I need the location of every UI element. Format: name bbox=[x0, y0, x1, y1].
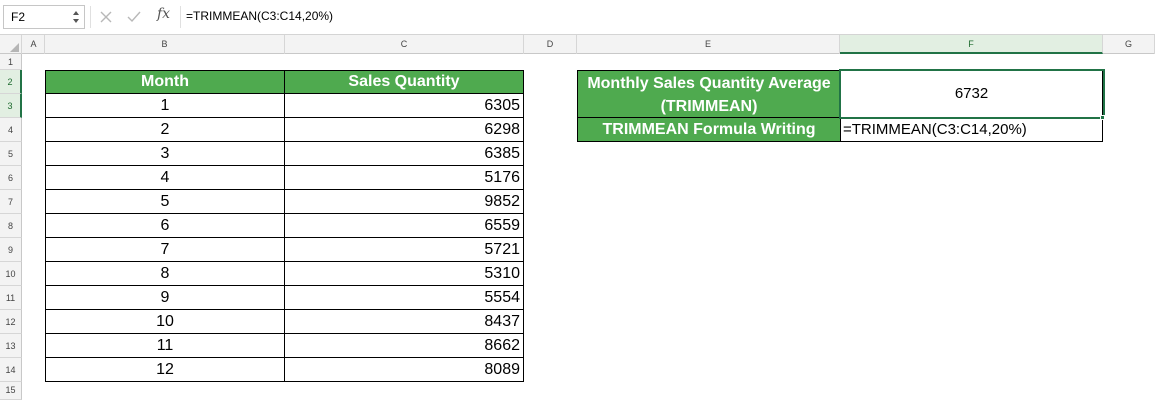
month-cell[interactable]: 5 bbox=[45, 189, 285, 214]
row-header-7[interactable]: 7 bbox=[0, 190, 22, 214]
column-header-f[interactable]: F bbox=[840, 35, 1103, 54]
formula-bar-separator bbox=[90, 6, 91, 28]
row-header-4[interactable]: 4 bbox=[0, 118, 22, 142]
sales-quantity-cell[interactable]: 8437 bbox=[284, 309, 524, 334]
active-cell-selection bbox=[839, 69, 1105, 119]
column-header-row: A B C D E F G bbox=[0, 34, 1155, 54]
sales-quantity-cell[interactable]: 8089 bbox=[284, 357, 524, 382]
cancel-icon[interactable] bbox=[96, 7, 116, 27]
formula-writing-value-cell[interactable]: =TRIMMEAN(C3:C14,20%) bbox=[840, 117, 1103, 142]
sales-quantity-cell[interactable]: 6305 bbox=[284, 93, 524, 118]
sales-quantity-cell[interactable]: 5721 bbox=[284, 237, 524, 262]
row-header-12[interactable]: 12 bbox=[0, 310, 22, 334]
formula-input[interactable]: =TRIMMEAN(C3:C14,20%) bbox=[186, 9, 333, 23]
sales-quantity-cell[interactable]: 6298 bbox=[284, 117, 524, 142]
sales-quantity-cell[interactable]: 6559 bbox=[284, 213, 524, 238]
row-header-14[interactable]: 14 bbox=[0, 358, 22, 382]
month-cell[interactable]: 1 bbox=[45, 93, 285, 118]
formula-writing-label-cell[interactable]: TRIMMEAN Formula Writing bbox=[577, 117, 841, 142]
sales-quantity-cell[interactable]: 5176 bbox=[284, 165, 524, 190]
month-cell[interactable]: 11 bbox=[45, 333, 285, 358]
row-header-9[interactable]: 9 bbox=[0, 238, 22, 262]
month-cell[interactable]: 9 bbox=[45, 285, 285, 310]
sales-quantity-cell[interactable]: 9852 bbox=[284, 189, 524, 214]
month-cell[interactable]: 6 bbox=[45, 213, 285, 238]
formula-bar-separator bbox=[180, 6, 181, 28]
sales-quantity-header-cell[interactable]: Sales Quantity bbox=[284, 70, 524, 94]
enter-check-icon[interactable] bbox=[124, 7, 144, 27]
row-header-11[interactable]: 11 bbox=[0, 286, 22, 310]
month-cell[interactable]: 3 bbox=[45, 141, 285, 166]
row-header-6[interactable]: 6 bbox=[0, 166, 22, 190]
row-header-2[interactable]: 2 bbox=[0, 70, 22, 94]
row-header-15[interactable]: 15 bbox=[0, 382, 22, 400]
name-box-dropdown-icon[interactable] bbox=[71, 7, 81, 27]
average-label-line2: (TRIMMEAN) bbox=[660, 98, 758, 115]
sales-quantity-cell[interactable]: 5310 bbox=[284, 261, 524, 286]
month-cell[interactable]: 12 bbox=[45, 357, 285, 382]
average-label-line1: Monthly Sales Quantity Average bbox=[587, 75, 831, 92]
fill-handle[interactable] bbox=[1100, 115, 1105, 120]
month-cell[interactable]: 7 bbox=[45, 237, 285, 262]
row-header-3[interactable]: 3 bbox=[0, 94, 22, 118]
column-header-d[interactable]: D bbox=[524, 35, 577, 54]
select-all-corner[interactable] bbox=[0, 35, 22, 54]
row-header-13[interactable]: 13 bbox=[0, 334, 22, 358]
row-header-5[interactable]: 5 bbox=[0, 142, 22, 166]
column-header-a[interactable]: A bbox=[23, 35, 45, 54]
average-label-cell[interactable]: Monthly Sales Quantity Average (TRIMMEAN… bbox=[577, 70, 841, 118]
sales-quantity-cell[interactable]: 5554 bbox=[284, 285, 524, 310]
name-box[interactable]: F2 bbox=[3, 5, 85, 29]
month-cell[interactable]: 10 bbox=[45, 309, 285, 334]
month-header-cell[interactable]: Month bbox=[45, 70, 285, 94]
row-header-1[interactable]: 1 bbox=[0, 54, 22, 70]
column-header-b[interactable]: B bbox=[45, 35, 285, 54]
month-cell[interactable]: 2 bbox=[45, 117, 285, 142]
row-header-10[interactable]: 10 bbox=[0, 262, 22, 286]
sales-quantity-cell[interactable]: 8662 bbox=[284, 333, 524, 358]
sales-quantity-cell[interactable]: 6385 bbox=[284, 141, 524, 166]
column-header-e[interactable]: E bbox=[577, 35, 840, 54]
name-box-value: F2 bbox=[11, 10, 26, 24]
formula-bar: F2 fx =TRIMMEAN(C3:C14,20%) bbox=[0, 0, 1155, 34]
row-header-8[interactable]: 8 bbox=[0, 214, 22, 238]
column-header-c[interactable]: C bbox=[285, 35, 524, 54]
column-header-g[interactable]: G bbox=[1103, 35, 1155, 54]
month-cell[interactable]: 4 bbox=[45, 165, 285, 190]
insert-function-icon[interactable]: fx bbox=[157, 6, 170, 22]
month-cell[interactable]: 8 bbox=[45, 261, 285, 286]
